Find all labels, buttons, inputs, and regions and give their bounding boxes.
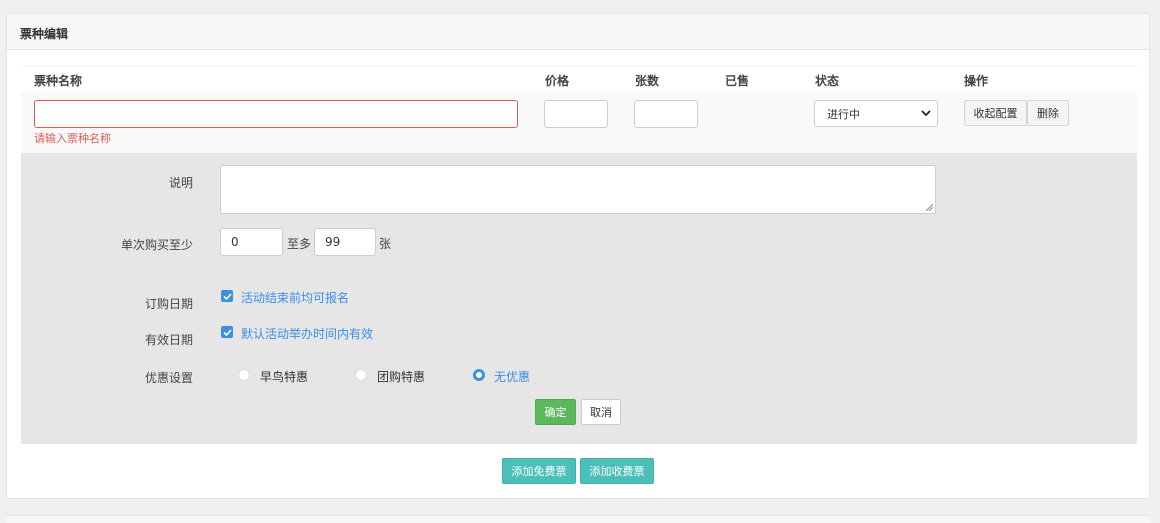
price-input[interactable] xyxy=(544,100,608,128)
next-panel-edge xyxy=(6,515,1150,523)
radio-no-discount-label[interactable]: 无优惠 xyxy=(494,368,530,385)
header-price: 价格 xyxy=(545,74,570,88)
order-date-label: 订购日期 xyxy=(144,297,193,311)
collapse-config-button[interactable]: 收起配置 xyxy=(964,100,1027,126)
max-separator: 至多 xyxy=(287,237,312,251)
header-status: 状态 xyxy=(815,74,840,88)
min-buy-label: 单次购买至少 xyxy=(120,238,193,252)
radio-group-buy[interactable] xyxy=(355,369,367,381)
order-date-check-label[interactable]: 活动结束前均可报名 xyxy=(241,289,349,306)
header-operations: 操作 xyxy=(964,74,989,88)
resize-handle-icon[interactable] xyxy=(926,204,933,211)
radio-no-discount[interactable] xyxy=(473,369,485,381)
header-count: 张数 xyxy=(635,74,660,88)
cancel-button[interactable]: 取消 xyxy=(581,399,621,425)
description-textarea[interactable] xyxy=(220,165,936,214)
checkmark-icon xyxy=(222,292,232,300)
delete-button[interactable]: 删除 xyxy=(1027,100,1069,126)
panel-header: 票种编辑 xyxy=(7,14,1149,50)
radio-early-bird[interactable] xyxy=(238,369,250,381)
ticket-edit-panel: 票种编辑 票种名称 价格 张数 已售 状态 操作 请输入票种名称 进行中 收起配… xyxy=(6,13,1150,499)
chevron-down-icon xyxy=(921,110,931,117)
header-sold: 已售 xyxy=(725,74,750,88)
panel-title: 票种编辑 xyxy=(20,27,69,41)
ticket-name-error: 请输入票种名称 xyxy=(34,132,111,145)
radio-group-buy-label[interactable]: 团购特惠 xyxy=(377,368,425,385)
ticket-name-input[interactable] xyxy=(34,100,518,128)
description-label: 说明 xyxy=(168,176,193,190)
valid-date-checkbox[interactable] xyxy=(221,326,233,338)
header-ticket-name: 票种名称 xyxy=(34,74,83,88)
status-select-value: 进行中 xyxy=(827,107,860,121)
min-buy-input[interactable]: 0 xyxy=(220,228,283,256)
unit-label: 张 xyxy=(379,237,392,251)
status-select[interactable]: 进行中 xyxy=(814,100,938,127)
max-buy-input[interactable]: 99 xyxy=(314,228,376,256)
discount-label: 优惠设置 xyxy=(144,371,193,385)
radio-early-bird-label[interactable]: 早鸟特惠 xyxy=(260,368,308,385)
count-input[interactable] xyxy=(634,100,698,128)
confirm-button[interactable]: 确定 xyxy=(535,399,576,425)
table-divider xyxy=(21,66,1137,67)
valid-date-check-label[interactable]: 默认活动举办时间内有效 xyxy=(241,325,373,342)
checkmark-icon xyxy=(222,328,232,336)
add-free-ticket-button[interactable]: 添加免费票 xyxy=(502,458,576,484)
order-date-checkbox[interactable] xyxy=(221,290,233,302)
valid-date-label: 有效日期 xyxy=(144,333,193,347)
add-paid-ticket-button[interactable]: 添加收费票 xyxy=(580,458,654,484)
